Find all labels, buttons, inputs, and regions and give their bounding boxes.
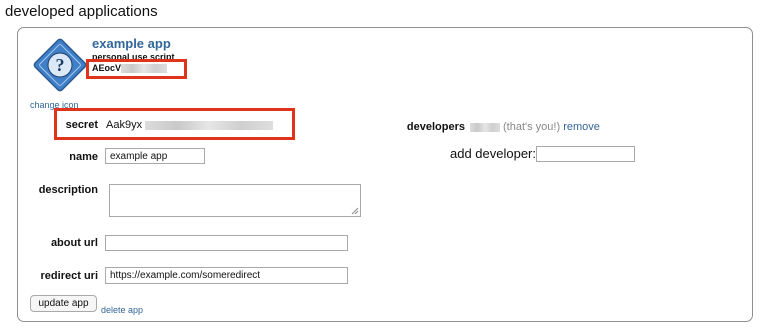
svg-text:?: ? (56, 55, 65, 75)
secret-text: Aak9yx (106, 119, 143, 131)
developers-list: (that's you!) remove (470, 121, 600, 133)
add-developer-label: add developer: (449, 146, 536, 161)
developers-label: developers (406, 121, 465, 133)
description-label: description (38, 184, 98, 196)
name-label: name (69, 151, 98, 163)
client-id-highlight (86, 59, 187, 79)
update-app-button[interactable]: update app (30, 295, 97, 312)
description-textarea[interactable] (109, 184, 361, 217)
app-name: example app (92, 36, 171, 51)
question-mark-diamond-icon: ? (33, 38, 87, 92)
redirect-uri-input[interactable] (105, 267, 348, 284)
developer-note: (that's you!) (503, 121, 561, 133)
redirect-uri-label: redirect uri (40, 270, 98, 282)
remove-developer-link[interactable]: remove (563, 121, 600, 133)
about-url-label: about url (50, 237, 98, 249)
page-title: developed applications (5, 3, 158, 20)
add-developer-input[interactable] (536, 146, 635, 162)
name-input[interactable] (105, 148, 205, 164)
delete-app-link[interactable]: delete app (101, 305, 143, 315)
resize-grip-icon[interactable] (351, 207, 359, 215)
secret-label: secret (65, 119, 98, 131)
secret-value: Aak9yx (106, 119, 274, 131)
secret-redacted (145, 120, 274, 130)
developer-username-redacted (470, 122, 500, 132)
about-url-input[interactable] (105, 235, 348, 251)
